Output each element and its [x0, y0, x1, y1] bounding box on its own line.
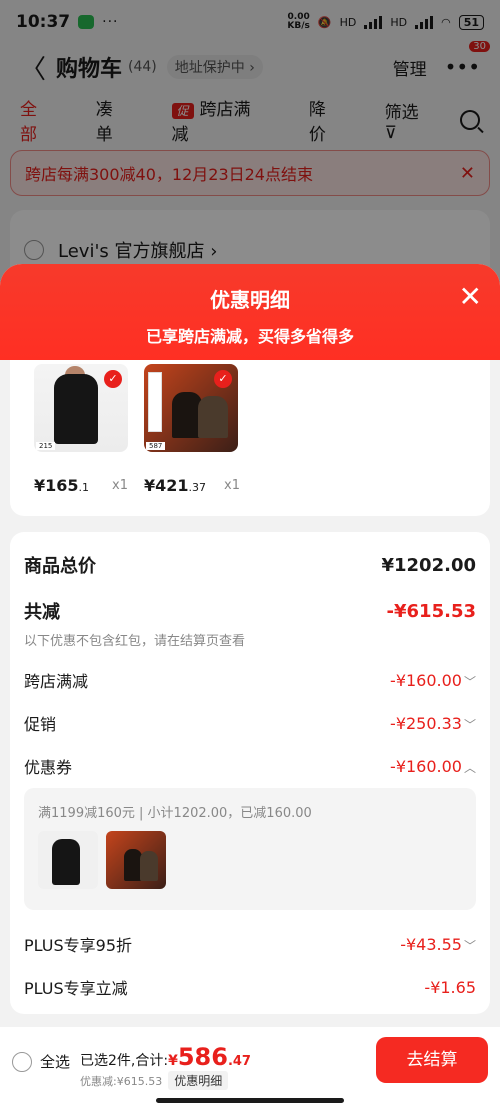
- chevron-down-icon: ﹀: [463, 717, 476, 732]
- discount-detail-button[interactable]: 优惠明细: [168, 1071, 229, 1090]
- discount-line[interactable]: 优惠券 -¥160.00 ︿: [24, 754, 476, 778]
- coupon-detail: 满1199减160元 | 小计1202.00，已减160.00: [24, 788, 476, 910]
- close-icon[interactable]: ✕: [459, 280, 482, 313]
- total-row: 商品总价 ¥1202.00: [24, 552, 476, 578]
- product-price: ¥165.1: [34, 476, 90, 495]
- check-icon: ✓: [214, 370, 232, 388]
- discount-summary: 优惠减:¥615.53 优惠明细: [80, 1071, 229, 1090]
- saved-value: -¥615.53: [386, 600, 476, 622]
- select-all-checkbox[interactable]: [12, 1051, 32, 1072]
- sheet-title: 优惠明细: [210, 288, 290, 312]
- discount-detail-sheet: 优惠明细 已享跨店满减，买得多省得多 ✕ ✓ 215 ¥165.1 x1 ✓ 5…: [0, 264, 500, 1111]
- discount-line[interactable]: PLUS专享95折 -¥43.55 ﹀: [24, 932, 476, 956]
- select-all[interactable]: 全选: [12, 1051, 70, 1072]
- saved-label: 共减: [24, 602, 60, 623]
- total-label: 商品总价: [24, 556, 96, 577]
- product-image: ✓ 587: [144, 364, 238, 452]
- product-item[interactable]: ✓ 587 ¥421.37 x1: [144, 364, 240, 495]
- discount-line: PLUS专享立减 -¥1.65: [24, 977, 476, 999]
- product-qty: x1: [224, 478, 240, 493]
- coupon-text: 满1199减160元 | 小计1202.00，已减160.00: [38, 806, 312, 821]
- chevron-down-icon: ﹀: [463, 674, 476, 689]
- sheet-subtitle: 已享跨店满减，买得多省得多: [145, 327, 354, 346]
- product-thumbnail: [38, 831, 98, 889]
- selected-total: 已选2件,合计:¥586.47: [80, 1043, 251, 1071]
- check-icon: ✓: [104, 370, 122, 388]
- product-price: ¥421.37: [144, 476, 207, 495]
- coupon-thumbnails: [38, 831, 462, 889]
- product-item[interactable]: ✓ 215 ¥165.1 x1: [34, 364, 128, 495]
- chevron-down-icon: ﹀: [463, 938, 476, 953]
- home-indicator[interactable]: [156, 1098, 344, 1103]
- saved-row: 共减 -¥615.53: [24, 598, 476, 624]
- product-image: ✓ 215: [34, 364, 128, 452]
- checkout-button[interactable]: 去结算: [376, 1037, 488, 1083]
- product-list: ✓ 215 ¥165.1 x1 ✓ 587 ¥421.37 x1: [10, 360, 490, 516]
- product-thumbnail: [106, 831, 166, 889]
- chevron-up-icon: ︿: [463, 760, 476, 775]
- price-summary: 商品总价 ¥1202.00 共减 -¥615.53 以下优惠不包含红包，请在结算…: [10, 532, 490, 1014]
- sheet-header: 优惠明细 已享跨店满减，买得多省得多 ✕: [0, 264, 500, 360]
- product-qty: x1: [112, 478, 128, 493]
- discount-line[interactable]: 促销 -¥250.33 ﹀: [24, 711, 476, 735]
- total-value: ¥1202.00: [381, 554, 476, 576]
- discount-note: 以下优惠不包含红包，请在结算页查看: [24, 634, 246, 649]
- discount-line[interactable]: 跨店满减 -¥160.00 ﹀: [24, 668, 476, 692]
